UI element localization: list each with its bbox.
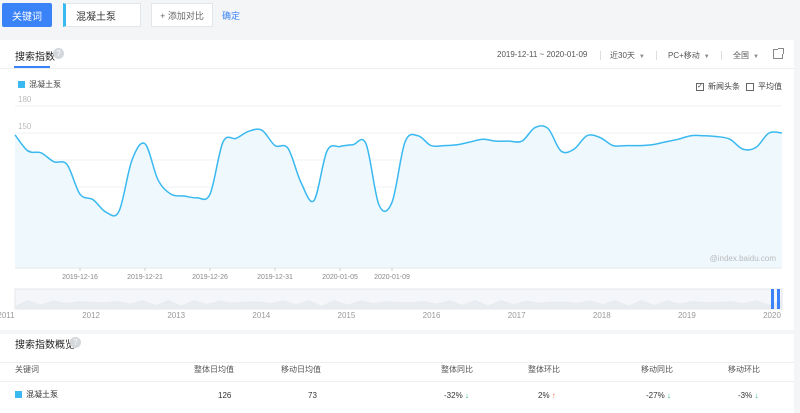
timeline-year-label: 2013 — [167, 311, 185, 320]
mobile-mom-value: -3% — [738, 391, 753, 400]
header-overall-mom: 整体环比 — [528, 365, 560, 374]
cell-overall-avg: 126 — [218, 391, 232, 400]
x-tick-label: 2020-01-05 — [322, 274, 358, 281]
header-mobile-mom: 移动环比 — [728, 365, 760, 374]
keyword-button[interactable]: 关键词 — [2, 3, 52, 27]
mobile-yoy-value: -27% — [646, 391, 665, 400]
cell-mobile-yoy: -27% ↓ — [646, 391, 671, 400]
overall-yoy-value: -32% — [444, 391, 463, 400]
watermark: @index.baidu.com — [710, 254, 777, 263]
timeline-year-label: 2011 — [0, 311, 15, 320]
header-mobile-yoy: 移动同比 — [641, 365, 673, 374]
y-tick-label: 180 — [18, 95, 32, 104]
cell-mobile-mom: -3% ↓ — [738, 391, 758, 400]
table-header-line — [0, 362, 794, 363]
confirm-link[interactable]: 确定 — [222, 9, 240, 22]
header-keyword: 关键词 — [15, 365, 39, 374]
cell-mobile-avg: 73 — [308, 391, 317, 400]
overall-mom-value: 2% — [538, 391, 550, 400]
cell-overall-yoy: -32% ↓ — [444, 391, 469, 400]
timeline-year-label: 2016 — [423, 311, 441, 320]
cell-overall-mom: 2% ↑ — [538, 391, 556, 400]
row-keyword: 混凝土泵 — [26, 390, 58, 399]
keyword-input[interactable]: 混凝土泵 — [63, 3, 141, 27]
help-icon[interactable]: ? — [70, 337, 81, 348]
top-bar: 关键词 混凝土泵 + 添加对比 确定 — [0, 0, 800, 32]
timeline-year-label: 2012 — [82, 311, 100, 320]
timeline-year-label: 2017 — [508, 311, 526, 320]
y-tick-label: 150 — [18, 122, 32, 131]
x-tick-label: 2019-12-31 — [257, 274, 293, 281]
x-tick-label: 2019-12-26 — [192, 274, 228, 281]
keyword-swatch — [15, 391, 22, 398]
arrow-up-icon: ↑ — [551, 391, 556, 400]
add-compare-button[interactable]: + 添加对比 — [151, 3, 213, 27]
header-overall-yoy: 整体同比 — [441, 365, 473, 374]
x-tick-label: 2019-12-16 — [62, 274, 98, 281]
timeline-year-label: 2020 — [763, 311, 781, 320]
timeline-year-label: 2018 — [593, 311, 611, 320]
arrow-down-icon: ↓ — [754, 391, 759, 400]
overview-card: 搜索指数概览 ? 关键词 整体日均值 移动日均值 整体同比 整体环比 移动同比 … — [0, 334, 794, 413]
timeline-year-label: 2019 — [678, 311, 696, 320]
timeline-year-label: 2015 — [338, 311, 356, 320]
arrow-down-icon: ↓ — [666, 391, 671, 400]
search-index-chart[interactable]: 3060901201501802019-12-162019-12-212019-… — [0, 40, 794, 330]
x-tick-label: 2019-12-21 — [127, 274, 163, 281]
timeline-handle-left — [771, 289, 774, 309]
x-tick-label: 2020-01-09 — [374, 274, 410, 281]
row-divider — [0, 381, 794, 382]
series-area — [15, 125, 782, 268]
table-row-keyword: 混凝土泵 — [15, 389, 58, 400]
overview-title: 搜索指数概览 — [15, 340, 75, 351]
arrow-down-icon: ↓ — [464, 391, 469, 400]
timeline-handle-right — [777, 289, 780, 309]
header-mobile-avg: 移动日均值 — [281, 365, 321, 374]
header-overall-avg: 整体日均值 — [194, 365, 234, 374]
timeline-year-label: 2014 — [252, 311, 270, 320]
